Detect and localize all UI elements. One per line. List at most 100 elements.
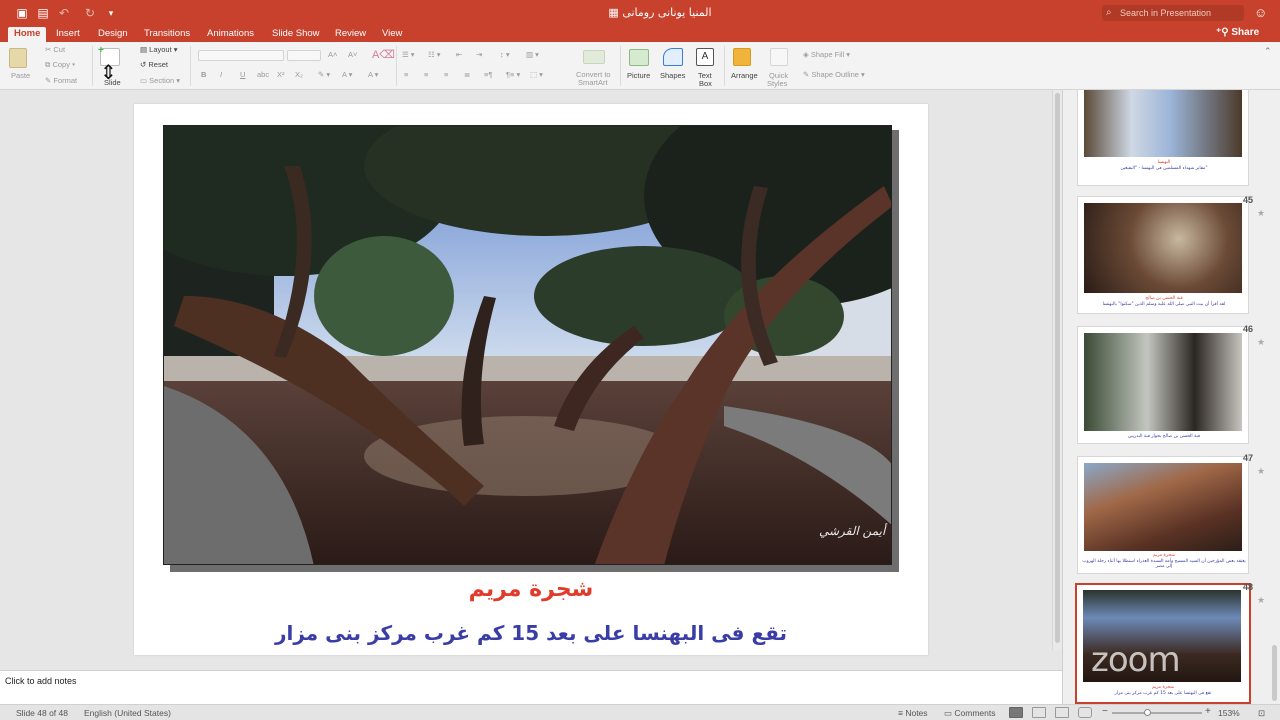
arrange-icon[interactable]	[733, 48, 751, 66]
search-input[interactable]: ⌕ Search in Presentation	[1102, 5, 1244, 21]
strikethrough-icon[interactable]: abc	[257, 70, 269, 79]
customize-toolbar-icon[interactable]: ▾	[103, 5, 119, 21]
tab-view[interactable]: View	[376, 27, 408, 42]
bullets-icon[interactable]: ☰ ▾	[402, 50, 415, 59]
underline-icon[interactable]: U	[240, 70, 245, 79]
rtl-direction-icon[interactable]: ≡¶	[484, 70, 492, 79]
ribbon-tabs: Home Insert Design Transitions Animation…	[0, 26, 1280, 42]
transition-star-icon: ★	[1257, 208, 1266, 218]
slide-thumbnail-47[interactable]: شجرة مريم يعتقد بعض المؤرخين أن السيد الم…	[1077, 456, 1249, 574]
line-spacing-icon[interactable]: ↕ ▾	[500, 50, 510, 59]
columns-icon[interactable]: ▥ ▾	[526, 50, 539, 59]
slide-photo[interactable]: أيمن القرشي	[163, 125, 892, 565]
font-color-icon[interactable]: A ▾	[342, 70, 352, 79]
transition-star-icon: ★	[1257, 337, 1266, 347]
justify-icon[interactable]: ≣	[464, 70, 470, 79]
text-align-vertical-icon[interactable]: ⬚ ▾	[530, 70, 543, 79]
highlight-icon[interactable]: ✎ ▾	[318, 70, 330, 79]
cut-button[interactable]: ✂ Cut	[45, 45, 65, 54]
tab-home[interactable]: Home	[8, 27, 47, 42]
share-button[interactable]: ⁺⚲ Share	[1216, 27, 1259, 38]
reading-view-button[interactable]	[1055, 707, 1069, 718]
section-button[interactable]: ▭ Section ▾	[140, 76, 180, 85]
bold-icon[interactable]: B	[201, 70, 206, 79]
tab-design[interactable]: Design	[92, 27, 134, 42]
shape-fill-button[interactable]: ◈ Shape Fill ▾	[803, 50, 850, 59]
slide-sorter-button[interactable]	[1032, 707, 1046, 718]
grow-font-icon[interactable]: A˄	[328, 50, 337, 59]
language-indicator[interactable]: English (United States)	[84, 708, 171, 718]
align-left-icon[interactable]: ≡	[404, 70, 408, 79]
reset-button[interactable]: ↺ Reset	[140, 60, 168, 69]
thumbnail-scrollbar-thumb[interactable]	[1272, 645, 1277, 701]
slide-thumbnail-45[interactable]: قبة الحسن بن صالح لقد أقرأ أن بيت النبى ص…	[1077, 196, 1249, 314]
slide-title[interactable]: شجرة مريم	[134, 577, 928, 602]
slide-subtitle[interactable]: تقع فى البهنسا على بعد 15 كم غرب مركز بن…	[134, 621, 928, 645]
sidebar-toggle-icon[interactable]: ▣	[14, 5, 30, 21]
italic-icon[interactable]: I	[220, 70, 222, 79]
increase-indent-icon[interactable]: ⇥	[476, 50, 482, 59]
slide-show-button[interactable]	[1078, 707, 1092, 718]
save-icon[interactable]: ▤	[35, 5, 51, 21]
tab-insert[interactable]: Insert	[50, 27, 86, 42]
thumbnail-scrollbar[interactable]	[1271, 90, 1279, 704]
font-family-select[interactable]	[198, 50, 284, 61]
paste-icon[interactable]	[9, 48, 27, 68]
zoom-slider-knob[interactable]	[1144, 709, 1151, 716]
clear-formatting-icon[interactable]: A⌫	[372, 48, 395, 61]
paste-button[interactable]: Paste	[11, 71, 30, 80]
normal-view-button[interactable]	[1009, 707, 1023, 718]
shapes-button[interactable]: Shapes	[660, 71, 685, 80]
layout-button[interactable]: ▤ Layout ▾	[140, 45, 178, 54]
picture-icon[interactable]	[629, 49, 649, 66]
slide-counter: Slide 48 of 48	[16, 708, 68, 718]
tab-transitions[interactable]: Transitions	[138, 27, 196, 42]
undo-icon[interactable]: ↶	[56, 5, 72, 21]
redo-icon[interactable]: ↻	[82, 5, 98, 21]
notes-toggle[interactable]: ≡ Notes	[898, 708, 928, 718]
align-center-icon[interactable]: ≡	[424, 70, 428, 79]
slide-thumbnail-48[interactable]: zoom شجرة مريم تقع فى البهنسا على بعد 15 …	[1075, 583, 1251, 704]
zoom-slider[interactable]	[1112, 712, 1202, 714]
zoom-out-icon[interactable]: −	[1102, 706, 1108, 717]
arrange-button[interactable]: Arrange	[731, 71, 758, 80]
copy-button[interactable]: ⧉ Copy ▾	[45, 60, 75, 70]
text-box-icon[interactable]: A	[696, 48, 714, 66]
notes-pane[interactable]: Click to add notes	[0, 670, 1062, 704]
editor-scrollbar-thumb[interactable]	[1055, 93, 1060, 643]
zoom-in-icon[interactable]: +	[1205, 706, 1211, 717]
collapse-ribbon-icon[interactable]: ⌃	[1264, 46, 1272, 57]
format-painter-button[interactable]: ✎ Format	[45, 76, 77, 85]
tab-animations[interactable]: Animations	[201, 27, 260, 42]
new-slide-button[interactable]: Slide	[104, 78, 121, 87]
zoom-level[interactable]: 153%	[1218, 708, 1240, 718]
tab-slide-show[interactable]: Slide Show	[266, 27, 326, 42]
quick-styles-icon[interactable]	[770, 48, 788, 66]
picture-button[interactable]: Picture	[627, 71, 650, 80]
slide-thumbnail-44[interactable]: البهنسا مقابر شهداء المسلمين فى البهنسا -…	[1077, 90, 1249, 186]
thumbnail-caption-text: قبة الحسن بن صالح بجوار قبة البدريين	[1128, 434, 1200, 439]
fit-to-window-icon[interactable]: ⊡	[1258, 708, 1265, 719]
shapes-icon[interactable]	[663, 48, 683, 66]
superscript-icon[interactable]: X²	[277, 70, 285, 79]
numbering-icon[interactable]: ☷ ▾	[428, 50, 441, 59]
slide-thumbnail-46[interactable]: قبة الحسن بن صالح بجوار قبة البدريين	[1077, 326, 1249, 444]
shrink-font-icon[interactable]: A˅	[348, 50, 357, 59]
text-effects-icon[interactable]: A ▾	[368, 70, 378, 79]
ltr-direction-icon[interactable]: ¶≡ ▾	[506, 70, 520, 79]
slide-canvas[interactable]: أيمن القرشي شجرة مريم تقع فى البهنسا على…	[134, 104, 928, 655]
comments-label: Comments	[954, 708, 996, 718]
editor-scrollbar[interactable]	[1052, 90, 1062, 650]
font-size-select[interactable]	[287, 50, 321, 61]
feedback-smiley-icon[interactable]: ☺	[1254, 5, 1267, 20]
smartart-icon[interactable]	[583, 50, 605, 64]
align-right-icon[interactable]: ≡	[444, 70, 448, 79]
thumbnail-number: 48	[1243, 582, 1254, 592]
shape-outline-button[interactable]: ✎ Shape Outline ▾	[803, 70, 865, 79]
decrease-indent-icon[interactable]: ⇤	[456, 50, 462, 59]
subscript-icon[interactable]: X₂	[295, 70, 303, 79]
thumbnail-caption: قبة الحسن بن صالح بجوار قبة البدريين	[1082, 434, 1246, 440]
tab-review[interactable]: Review	[329, 27, 372, 42]
document-title-text: المنيا يونانى رومانى	[622, 6, 712, 19]
comments-toggle[interactable]: ▭ Comments	[944, 708, 996, 719]
